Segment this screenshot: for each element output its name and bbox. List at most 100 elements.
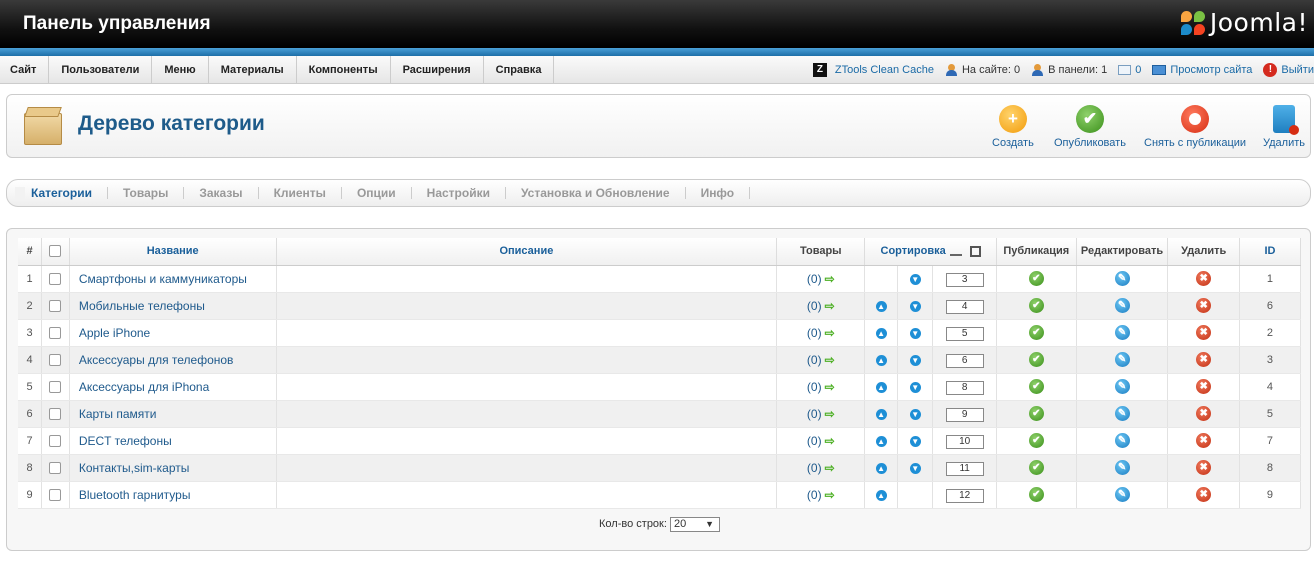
products-count-link[interactable]: (0) [807,272,822,286]
order-input[interactable]: 12 [945,488,984,503]
order-input[interactable]: 3 [945,272,984,287]
row-checkbox[interactable] [49,354,62,367]
menu-item-content[interactable]: Материалы [209,56,297,84]
move-up-icon[interactable]: ▲ [875,354,887,366]
delete-button[interactable]: Удалить [1263,105,1305,149]
products-count-link[interactable]: (0) [807,434,822,448]
view-site-link[interactable]: Просмотр сайта [1152,64,1252,76]
messages-link[interactable]: 0 [1118,64,1141,76]
logout-link[interactable]: ! Выйти [1263,63,1314,77]
edit-pencil-icon[interactable]: ✎ [1114,487,1130,503]
tab-options[interactable]: Опции [342,187,412,199]
row-checkbox[interactable] [49,381,62,394]
published-check-icon[interactable]: ✔ [1028,271,1044,287]
arrow-right-icon[interactable]: ⇨ [825,353,835,367]
products-count-link[interactable]: (0) [807,461,822,475]
menu-item-users[interactable]: Пользователи [49,56,153,84]
order-input[interactable]: 10 [945,434,984,449]
arrow-right-icon[interactable]: ⇨ [825,326,835,340]
clean-cache-link[interactable]: Z ZTools Clean Cache [812,63,934,77]
publish-button[interactable]: ✔ Опубликовать [1054,105,1126,149]
published-check-icon[interactable]: ✔ [1028,379,1044,395]
edit-pencil-icon[interactable]: ✎ [1114,406,1130,422]
published-check-icon[interactable]: ✔ [1028,298,1044,314]
products-count-link[interactable]: (0) [807,488,822,502]
col-id[interactable]: ID [1239,238,1302,266]
move-down-icon[interactable]: ▼ [909,300,921,312]
row-checkbox[interactable] [49,408,62,421]
move-down-icon[interactable]: ▼ [909,381,921,393]
row-checkbox[interactable] [49,435,62,448]
move-down-icon[interactable]: ▼ [909,327,921,339]
save-order-icon[interactable] [969,245,981,257]
order-input[interactable]: 4 [945,299,984,314]
col-description[interactable]: Описание [276,238,778,266]
tab-info[interactable]: Инфо [686,187,751,199]
rows-per-page-select[interactable]: 20 ▼ [669,516,720,532]
products-count-link[interactable]: (0) [807,380,822,394]
edit-pencil-icon[interactable]: ✎ [1114,298,1130,314]
category-name-link[interactable]: Контакты,sim-карты [69,454,277,482]
move-up-icon[interactable]: ▲ [875,462,887,474]
delete-x-icon[interactable]: ✖ [1196,433,1212,449]
move-up-icon[interactable]: ▲ [875,435,887,447]
category-name-link[interactable]: Аксессуары для iPhona [69,373,277,401]
arrow-right-icon[interactable]: ⇨ [825,461,835,475]
category-name-link[interactable]: Мобильные телефоны [69,292,277,320]
menu-item-menus[interactable]: Меню [152,56,209,84]
tab-settings[interactable]: Настройки [412,187,506,199]
row-checkbox[interactable] [49,462,62,475]
published-check-icon[interactable]: ✔ [1028,433,1044,449]
arrow-right-icon[interactable]: ⇨ [825,488,835,502]
category-name-link[interactable]: Аксессуары для телефонов [69,346,277,374]
tab-products[interactable]: Товары [108,187,185,199]
menu-item-site[interactable]: Сайт [0,56,50,84]
edit-pencil-icon[interactable]: ✎ [1114,271,1130,287]
select-all-checkbox[interactable] [49,245,62,258]
order-input[interactable]: 11 [945,461,984,476]
edit-pencil-icon[interactable]: ✎ [1114,379,1130,395]
col-sorting[interactable]: Сортировка [864,238,997,266]
move-up-icon[interactable]: ▲ [875,408,887,420]
category-name-link[interactable]: Карты памяти [69,400,277,428]
arrow-right-icon[interactable]: ⇨ [825,299,835,313]
menu-item-components[interactable]: Компоненты [297,56,391,84]
tab-orders[interactable]: Заказы [184,187,259,199]
move-up-icon[interactable]: ▲ [875,300,887,312]
edit-pencil-icon[interactable]: ✎ [1114,325,1130,341]
delete-x-icon[interactable]: ✖ [1196,406,1212,422]
category-name-link[interactable]: Apple iPhone [69,319,277,347]
edit-pencil-icon[interactable]: ✎ [1114,352,1130,368]
sort-icon[interactable] [949,246,962,257]
delete-x-icon[interactable]: ✖ [1196,460,1212,476]
unpublish-button[interactable]: Снять с публикации [1144,105,1246,149]
edit-pencil-icon[interactable]: ✎ [1114,460,1130,476]
move-down-icon[interactable]: ▼ [909,354,921,366]
products-count-link[interactable]: (0) [807,353,822,367]
col-name[interactable]: Название [69,238,277,266]
arrow-right-icon[interactable]: ⇨ [825,272,835,286]
move-down-icon[interactable]: ▼ [909,273,921,285]
menu-item-extensions[interactable]: Расширения [391,56,484,84]
move-up-icon[interactable]: ▲ [875,381,887,393]
tab-install-update[interactable]: Установка и Обновление [506,187,686,199]
move-up-icon[interactable]: ▲ [875,489,887,501]
published-check-icon[interactable]: ✔ [1028,325,1044,341]
order-input[interactable]: 8 [945,380,984,395]
row-checkbox[interactable] [49,273,62,286]
create-button[interactable]: + Создать [992,105,1034,149]
row-checkbox[interactable] [49,300,62,313]
order-input[interactable]: 5 [945,326,984,341]
arrow-right-icon[interactable]: ⇨ [825,434,835,448]
delete-x-icon[interactable]: ✖ [1196,325,1212,341]
menu-item-help[interactable]: Справка [484,56,555,84]
products-count-link[interactable]: (0) [807,299,822,313]
published-check-icon[interactable]: ✔ [1028,406,1044,422]
arrow-right-icon[interactable]: ⇨ [825,380,835,394]
products-count-link[interactable]: (0) [807,326,822,340]
order-input[interactable]: 9 [945,407,984,422]
order-input[interactable]: 6 [945,353,984,368]
move-up-icon[interactable]: ▲ [875,327,887,339]
delete-x-icon[interactable]: ✖ [1196,487,1212,503]
tab-clients[interactable]: Клиенты [259,187,342,199]
